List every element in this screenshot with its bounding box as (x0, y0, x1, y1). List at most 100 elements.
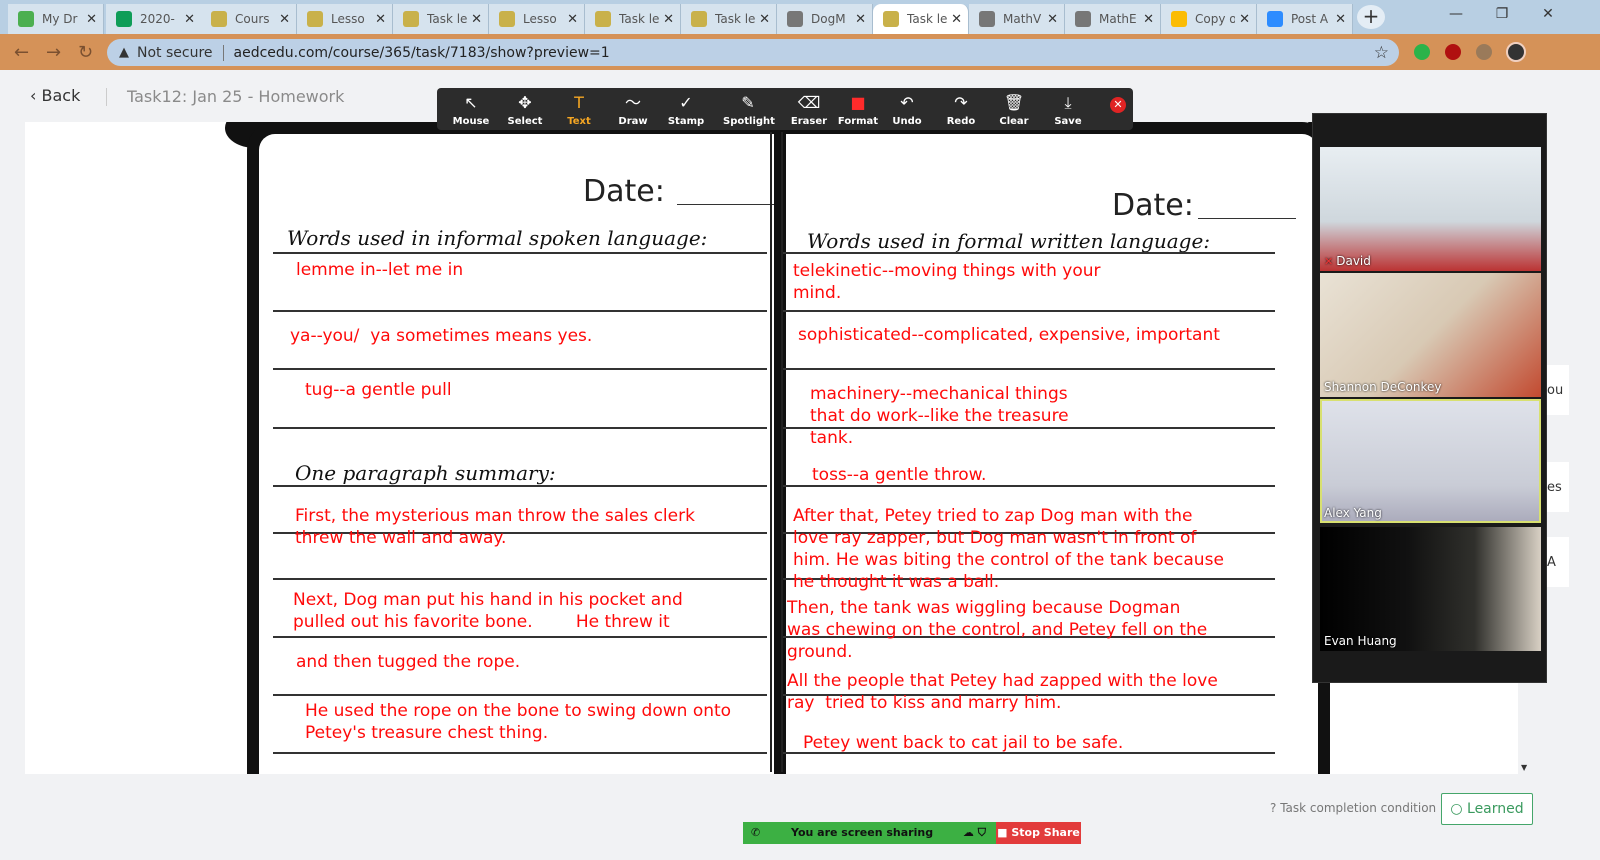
browser-tab[interactable]: DogM ✕ (777, 4, 873, 34)
tool-mouse[interactable]: ↖ Mouse (446, 93, 496, 127)
close-window-button[interactable]: ✕ (1525, 0, 1571, 30)
typed-note-left[interactable]: lemme in--let me in (296, 259, 463, 281)
tab-close-icon[interactable]: ✕ (1335, 12, 1346, 27)
tab-close-icon[interactable]: ✕ (471, 12, 482, 27)
video-tile-evan[interactable]: Evan Huang (1320, 527, 1541, 651)
screen-share-bar[interactable]: ✆ You are screen sharing ☁ ⛉ (743, 822, 996, 844)
tab-close-icon[interactable]: ✕ (1047, 12, 1058, 27)
bookmark-star-icon[interactable]: ☆ (1374, 43, 1389, 63)
tool-draw[interactable]: 〜 Draw (608, 93, 658, 127)
typed-note-left[interactable]: He used the rope on the bone to swing do… (305, 700, 731, 744)
tab-close-icon[interactable]: ✕ (567, 12, 578, 27)
worksheet-left-page: Date: Words used in informal spoken lang… (247, 122, 803, 774)
worksheet-rule (273, 252, 767, 254)
close-annotation-icon[interactable]: ✕ (1110, 97, 1126, 113)
address-bar[interactable]: ▲ Not secure aedcedu.com/course/365/task… (107, 39, 1399, 66)
typed-note-right[interactable]: toss--a gentle throw. (812, 464, 986, 486)
typed-note-left[interactable]: and then tugged the rope. (296, 651, 520, 673)
tool-redo[interactable]: ↷ Redo (936, 93, 986, 127)
browser-tab[interactable]: Task le ✕ (873, 4, 969, 34)
new-tab-button[interactable]: + (1357, 5, 1385, 29)
tool-eraser[interactable]: ⌫ Eraser (784, 93, 834, 127)
edge-card: ou (1547, 365, 1569, 415)
video-tile-david[interactable]: ✕ David (1320, 147, 1541, 271)
save-icon: ⤓ (1064, 93, 1072, 112)
stamp-icon: ✓ (679, 93, 693, 112)
tab-label: Cours (235, 12, 270, 26)
worksheet-rule (273, 485, 767, 487)
redo-icon: ↷ (954, 93, 968, 112)
extension-ublock-icon[interactable] (1445, 44, 1461, 60)
back-arrow-icon[interactable]: ← (14, 42, 29, 63)
tool-spotlight[interactable]: ✎ Spotlight (723, 93, 775, 127)
reload-icon[interactable]: ↻ (78, 42, 93, 63)
tool-label: Select (507, 116, 543, 127)
restore-button[interactable]: ❐ (1479, 0, 1525, 30)
stop-share-button[interactable]: ■ Stop Share (996, 822, 1081, 844)
browser-tab[interactable]: 2020- ✕ (106, 4, 202, 34)
tool-clear[interactable]: 🗑 Clear (989, 93, 1039, 127)
tool-format[interactable]: ■ Format (833, 93, 883, 127)
tab-close-icon[interactable]: ✕ (759, 12, 770, 27)
typed-note-left[interactable]: Next, Dog man put his hand in his pocket… (293, 589, 683, 633)
muted-mic-icon: ✕ (1324, 255, 1334, 268)
tab-close-icon[interactable]: ✕ (1143, 12, 1154, 27)
typed-note-right[interactable]: sophisticated--complicated, expensive, i… (798, 324, 1220, 346)
extension-evernote-icon[interactable] (1414, 44, 1430, 60)
tool-stamp[interactable]: ✓ Stamp (661, 93, 711, 127)
typed-note-right[interactable]: machinery--mechanical things that do wor… (810, 383, 1069, 449)
browser-tab[interactable]: Lesso ✕ (297, 4, 393, 34)
browser-tab[interactable]: My Dr ✕ (8, 4, 104, 34)
typed-note-left[interactable]: First, the mysterious man throw the sale… (295, 505, 695, 549)
video-tile-shannon[interactable]: Shannon DeConkey (1320, 273, 1541, 397)
browser-tab[interactable]: Task le ✕ (393, 4, 489, 34)
back-link[interactable]: ‹ Back (30, 86, 80, 105)
forward-arrow-icon[interactable]: → (46, 42, 61, 63)
tab-close-icon[interactable]: ✕ (375, 12, 386, 27)
tool-save[interactable]: ⤓ Save (1043, 93, 1093, 127)
clear-icon: 🗑 (1003, 93, 1025, 112)
tab-label: Task le (427, 12, 468, 26)
tab-close-icon[interactable]: ✕ (951, 12, 962, 27)
browser-tab[interactable]: Task le ✕ (681, 4, 777, 34)
typed-note-right[interactable]: Petey went back to cat jail to be safe. (803, 732, 1123, 754)
browser-tab[interactable]: Copy o ✕ (1161, 4, 1257, 34)
tab-close-icon[interactable]: ✕ (663, 12, 674, 27)
typed-note-right[interactable]: Then, the tank was wiggling because Dogm… (787, 597, 1207, 663)
browser-tab[interactable]: Post A ✕ (1257, 4, 1353, 34)
browser-tab[interactable]: Cours ✕ (201, 4, 297, 34)
browser-tab[interactable]: Task le ✕ (585, 4, 681, 34)
url-text: aedcedu.com/course/365/task/7183/show?pr… (233, 44, 610, 61)
tab-close-icon[interactable]: ✕ (86, 12, 97, 27)
profile-avatar[interactable] (1506, 42, 1526, 62)
typed-note-right[interactable]: telekinetic--moving things with your min… (793, 260, 1101, 304)
video-tile-alex[interactable]: Alex Yang (1320, 399, 1541, 523)
browser-tab[interactable]: MathE ✕ (1065, 4, 1161, 34)
tool-text[interactable]: T Text (554, 93, 604, 127)
tab-label: Lesso (331, 12, 365, 26)
tab-close-icon[interactable]: ✕ (1239, 12, 1250, 27)
typed-note-right[interactable]: All the people that Petey had zapped wit… (787, 670, 1218, 714)
worksheet-viewer[interactable]: Date: Words used in informal spoken lang… (25, 122, 1518, 774)
participant-name: Shannon DeConkey (1324, 380, 1442, 394)
tab-close-icon[interactable]: ✕ (855, 12, 866, 27)
browser-tab[interactable]: Lesso ✕ (489, 4, 585, 34)
learned-button[interactable]: ○ Learned (1441, 793, 1533, 825)
tab-close-icon[interactable]: ✕ (279, 12, 290, 27)
minimize-button[interactable]: — (1433, 0, 1479, 30)
tab-favicon-icon (116, 11, 132, 27)
tool-label: Eraser (790, 116, 828, 127)
typed-note-left[interactable]: ya--you/ ya sometimes means yes. (290, 325, 592, 347)
tab-favicon-icon (979, 11, 995, 27)
task-completion-condition[interactable]: ? Task completion condition (1270, 801, 1436, 815)
tool-undo[interactable]: ↶ Undo (882, 93, 932, 127)
typed-note-right[interactable]: After that, Petey tried to zap Dog man w… (793, 505, 1224, 593)
tool-label: Stamp (667, 116, 705, 127)
worksheet-rule (273, 752, 767, 754)
tool-select[interactable]: ✥ Select (500, 93, 550, 127)
browser-tab[interactable]: MathV ✕ (969, 4, 1065, 34)
tab-close-icon[interactable]: ✕ (184, 12, 195, 27)
extensions-puzzle-icon[interactable] (1476, 44, 1492, 60)
undo-icon: ↶ (900, 93, 914, 112)
typed-note-left[interactable]: tug--a gentle pull (305, 379, 452, 401)
